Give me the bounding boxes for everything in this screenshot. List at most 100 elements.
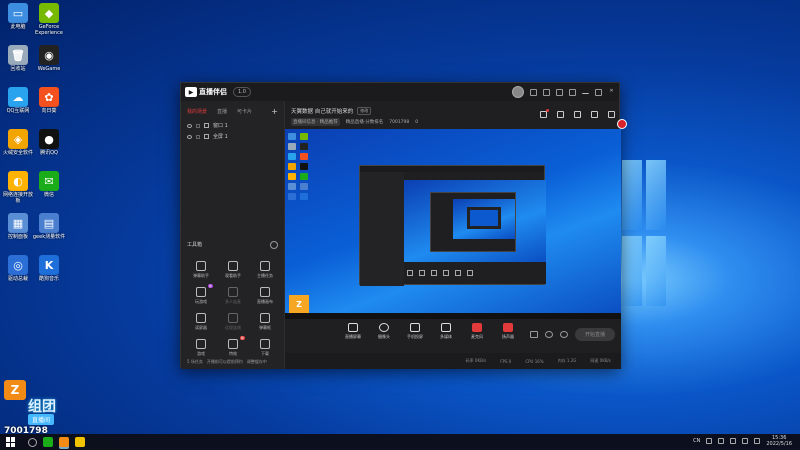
maximize-icon[interactable] (595, 88, 602, 96)
eye-icon[interactable] (187, 123, 192, 128)
add-scene-button[interactable]: + (271, 107, 278, 116)
desktop-icon[interactable]: ◎ 驱动总裁 (1, 255, 35, 282)
minimize-icon[interactable] (582, 90, 589, 94)
start-button[interactable] (6, 437, 16, 447)
tool-icon (260, 261, 270, 271)
scene-item-fullscreen[interactable]: 全屏 1 (181, 131, 284, 142)
desktop-icon[interactable]: 🗑 回收站 (1, 45, 35, 72)
version-pill[interactable]: 1.0 (233, 87, 251, 97)
app-icon: ☁ (8, 87, 28, 107)
eye-icon[interactable] (187, 134, 192, 139)
desktop-icon[interactable]: ◐ 网络连接开放板 (1, 171, 35, 204)
tool-item[interactable]: 游戏 (185, 339, 217, 357)
room-info[interactable]: 直播间信息 · 精品推荐 (291, 118, 340, 126)
menu-icon[interactable] (569, 88, 576, 96)
tool-item[interactable]: 新特效 (217, 336, 249, 357)
tool-icon: 新 (196, 284, 213, 297)
status-text[interactable]: 5 场任务 (187, 359, 203, 365)
tab-my-scenes[interactable]: 我的场景 (187, 108, 207, 115)
gear-icon[interactable] (559, 331, 568, 338)
wechat-taskbar-icon[interactable] (43, 437, 53, 447)
desktop-icon[interactable]: ◆ GeForce Experience (32, 3, 66, 36)
edit-title-button[interactable]: 修改 (357, 107, 372, 115)
control-button[interactable]: 手机投屏 (405, 323, 425, 340)
desktop-icon-label: 回收站 (10, 66, 26, 72)
tool-item[interactable]: 弹幕助手 (185, 261, 217, 279)
tool-icon: 新 (228, 336, 245, 349)
settings-icon[interactable] (544, 331, 553, 338)
tool-item[interactable]: 下载 (249, 339, 281, 357)
chat-icon[interactable] (557, 111, 564, 118)
mail-icon[interactable] (543, 88, 550, 96)
tool-item[interactable]: 观看助手 (217, 261, 249, 279)
control-button[interactable]: 直播屏幕 (343, 323, 363, 340)
clock[interactable]: 15:36 2022/5/16 (766, 435, 792, 447)
start-live-button[interactable]: 开始直播 (574, 328, 615, 341)
network-icon[interactable] (742, 438, 749, 444)
tool-label: 下载 (261, 351, 269, 356)
app-icon: ◎ (8, 255, 28, 275)
volume-icon[interactable] (754, 438, 761, 444)
control-button[interactable]: 麦克风 (467, 323, 487, 340)
desktop-icon[interactable]: ☁ QQ互联网 (1, 87, 35, 114)
desktop-icon[interactable]: ◉ WeGame (32, 45, 66, 72)
desktop-icon[interactable]: ▭ 此电脑 (1, 3, 35, 30)
user-avatar[interactable] (512, 86, 524, 98)
more-tools-icon[interactable] (270, 241, 278, 249)
preview-desktop-icons (288, 133, 312, 200)
tool-item[interactable]: 新玩游戏 (185, 284, 217, 305)
room-title: 天翼数据 自己就开始来的 (291, 109, 354, 115)
app-icon: ● (39, 129, 59, 149)
lock-icon[interactable] (574, 111, 581, 118)
tab-live[interactable]: 直播 (217, 108, 227, 115)
tray-icon[interactable] (706, 438, 713, 444)
desktop-icon[interactable]: ✿ 向日葵 (32, 87, 66, 114)
tool-item[interactable]: 弹幕框 (249, 313, 281, 331)
tool-item[interactable]: 读屏器 (185, 313, 217, 331)
app-icon: ◐ (8, 171, 28, 191)
live-companion-window[interactable]: ▶ 直播伴侣 1.0 ✕ 我的场景 直播 可卡片 + 窗口 1 全屏 1 工具箱… (180, 82, 621, 369)
desktop-icon[interactable]: ▤ geek测量软件 (32, 213, 66, 240)
control-button[interactable]: 扬声器 (498, 323, 518, 340)
app-taskbar-icon[interactable] (75, 437, 85, 447)
lock-icon[interactable] (196, 134, 200, 139)
message-icon[interactable] (530, 88, 537, 96)
stat-item: FPS 0 (500, 358, 512, 364)
desktop-icon[interactable]: ● 腾讯QQ (32, 129, 66, 156)
title-bar[interactable]: ▶ 直播伴侣 1.0 ✕ (181, 83, 619, 101)
desktop-icon[interactable]: ◈ 火绒安全软件 (1, 129, 35, 156)
desktop-icon[interactable]: ▦ 控制面板 (1, 213, 35, 240)
desktop-icon[interactable]: ✉ 微信 (32, 171, 66, 198)
gift-icon[interactable] (540, 109, 549, 118)
app-name: 直播伴侣 (199, 88, 227, 96)
scene-item-window[interactable]: 窗口 1 (181, 120, 284, 131)
tray-icon[interactable] (718, 438, 725, 444)
bell-icon[interactable] (591, 111, 598, 118)
control-icon (348, 323, 358, 332)
stream-preview[interactable]: Z (285, 129, 621, 319)
shirt-icon[interactable] (556, 88, 563, 96)
tool-item[interactable]: 主播任务 (249, 261, 281, 279)
tool-item[interactable]: 远程连线 (217, 313, 249, 331)
tool-item[interactable]: 直播画布 (249, 287, 281, 305)
search-icon[interactable] (28, 437, 37, 447)
tab-cards[interactable]: 可卡片 (237, 108, 252, 115)
control-button[interactable]: 多媒体 (436, 323, 456, 340)
lock-icon[interactable] (196, 123, 200, 128)
tool-label: 弹幕助手 (193, 273, 209, 278)
tool-icon (228, 313, 238, 323)
nested-preview-window (359, 165, 546, 286)
language-indicator[interactable]: CN (693, 438, 700, 444)
live-companion-taskbar-icon[interactable] (59, 437, 69, 447)
camera-flip-icon[interactable] (529, 331, 538, 338)
tool-item[interactable]: 多人连麦 (217, 287, 249, 305)
control-bar: 直播屏幕 摄像头 手机投屏 多媒体 麦克风 扬声器 开始直播 (285, 319, 621, 353)
record-indicator-icon[interactable] (617, 119, 627, 129)
tool-label: 远程连线 (225, 325, 241, 330)
close-icon[interactable]: ✕ (608, 88, 615, 96)
new-badge: 新 (207, 284, 213, 288)
tray-icon[interactable] (730, 438, 737, 444)
share-icon[interactable] (608, 111, 615, 118)
desktop-icon[interactable]: K 酷狗音乐 (32, 255, 66, 282)
control-button[interactable]: 摄像头 (374, 323, 394, 340)
